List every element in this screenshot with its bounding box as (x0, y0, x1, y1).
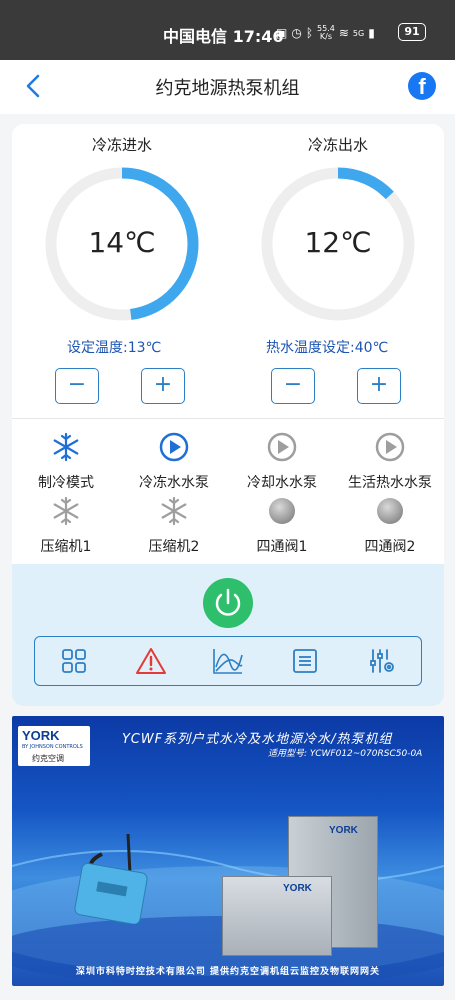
pump-play-icon (375, 432, 405, 462)
status-domestic-hot-water-pump: 生活热水水泵 (336, 432, 444, 492)
gauge-outlet-title: 冷冻出水 (307, 136, 368, 154)
facebook-icon[interactable]: f (408, 72, 436, 100)
gauge-inlet-value: 14℃ (88, 226, 156, 259)
pump-play-icon (159, 432, 189, 462)
snowflake-icon (53, 496, 79, 526)
status-chilled-water-pump: 冷冻水水泵 (120, 432, 228, 492)
list-icon[interactable] (289, 645, 321, 677)
gauge-outlet: 冷冻出水 12℃ (258, 134, 418, 334)
carrier-time: 中国电信 17:46 (163, 27, 284, 46)
banner-footer: 深圳市科特时控技术有限公司 提供约克空调机组云监控及物联网网关 (75, 967, 381, 977)
bottom-toolbar (34, 636, 422, 686)
power-button[interactable] (203, 578, 253, 628)
bluetooth-icon: ᛒ (305, 26, 314, 40)
snowflake-icon (161, 496, 187, 526)
net-speed: 55.4 K/s (317, 24, 335, 41)
signal-label: 5G (352, 28, 365, 38)
status-four-way-valve-1: 四通阀1 (228, 496, 336, 556)
valve-dot-icon (377, 498, 403, 524)
status-label: 生活热水水泵 (348, 475, 432, 491)
control-area (12, 564, 444, 706)
status-label: 制冷模式 (38, 475, 94, 491)
heat-pump-unit-small-image: YORK (222, 876, 332, 956)
status-four-way-valve-2: 四通阀2 (336, 496, 444, 556)
wifi-icon: ≋ (338, 26, 349, 40)
grid-icon[interactable] (58, 645, 90, 677)
hot-water-decrease-button[interactable]: − (271, 368, 315, 404)
divider (12, 418, 444, 419)
alarm-clock-icon: ◷ (291, 26, 302, 40)
snowflake-icon (53, 432, 79, 462)
status-label: 冷却水水泵 (247, 475, 317, 491)
setpoint-temp-label: 设定温度:13℃ (67, 340, 162, 356)
status-label: 压缩机1 (40, 539, 92, 555)
nfc-icon: ▣ (276, 26, 288, 40)
page-title: 约克地源热泵机组 (155, 78, 300, 99)
status-cooling-mode: 制冷模式 (12, 432, 120, 492)
status-cooling-water-pump: 冷却水水泵 (228, 432, 336, 492)
chart-icon[interactable] (212, 645, 244, 677)
status-icons: ▣ ◷ ᛒ 55.4 K/s ≋ 5G ▮ (276, 25, 375, 41)
settings-sliders-icon[interactable] (366, 645, 398, 677)
gauge-outlet-value: 12℃ (304, 226, 372, 259)
hot-water-increase-button[interactable]: + (357, 368, 401, 404)
status-label: 四通阀1 (256, 539, 308, 555)
gauge-inlet-title: 冷冻进水 (91, 136, 152, 154)
nav-bar: 约克地源热泵机组 (0, 60, 455, 114)
banner-title: YCWF系列户式水冷及水地源冷水/热泵机组 (122, 732, 393, 747)
setpoint-decrease-button[interactable]: − (55, 368, 99, 404)
status-compressor-1: 压缩机1 (12, 496, 120, 556)
status-label: 四通阀2 (364, 539, 416, 555)
setpoint-increase-button[interactable]: + (141, 368, 185, 404)
banner-model: 适用型号: YCWF012~070RSC50-0A (268, 749, 423, 759)
status-label: 压缩机2 (148, 539, 200, 555)
status-label: 冷冻水水泵 (139, 475, 209, 491)
gauge-inlet: 冷冻进水 14℃ (42, 134, 202, 334)
main-card: 冷冻进水 14℃ 冷冻出水 12℃ 设定温度:13℃ 热水温度设定:40℃ − … (12, 124, 444, 706)
gateway-device-image (74, 834, 148, 924)
valve-dot-icon (269, 498, 295, 524)
hot-water-setpoint-label: 热水温度设定:40℃ (266, 340, 389, 356)
status-bar: 中国电信 17:46 ▣ ◷ ᛒ 55.4 K/s ≋ 5G ▮ 91 (0, 0, 455, 60)
alarm-icon[interactable] (135, 645, 167, 677)
power-icon (215, 588, 241, 616)
product-banner[interactable]: YORK BY JOHNSON CONTROLS 约克空调 YCWF系列户式水冷… (12, 716, 444, 986)
pump-play-icon (267, 432, 297, 462)
battery-indicator: 91 (398, 23, 426, 41)
york-logo: YORK BY JOHNSON CONTROLS 约克空调 (18, 726, 90, 766)
signal-icon: ▮ (368, 26, 375, 40)
status-compressor-2: 压缩机2 (120, 496, 228, 556)
